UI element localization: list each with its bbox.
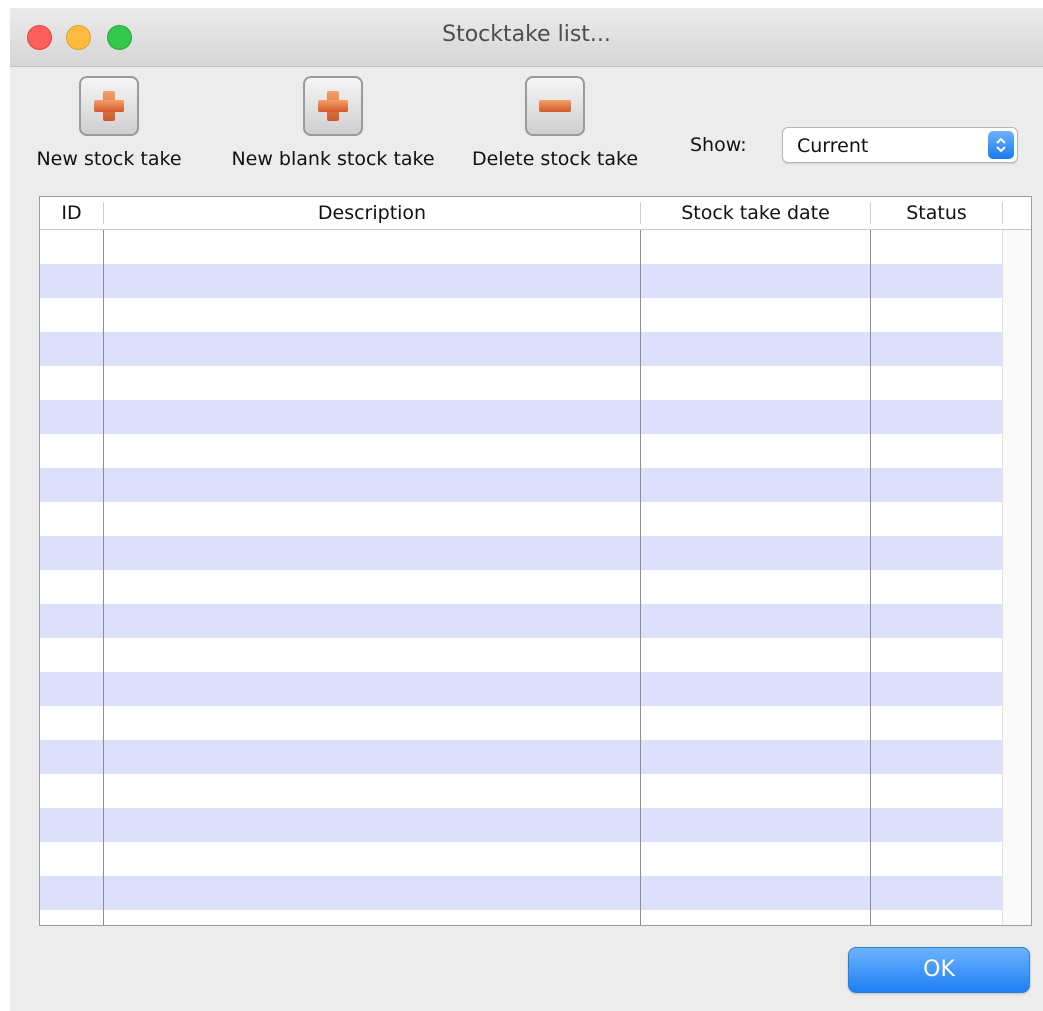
table-body [40,230,1002,925]
empty-table-row [40,264,1002,298]
empty-table-row [40,332,1002,366]
column-header-id[interactable]: ID [40,197,103,229]
empty-table-row [40,876,1002,910]
column-line [870,230,871,925]
title-bar: Stocktake list... [10,8,1043,67]
empty-table-row [40,298,1002,332]
empty-table-row [40,638,1002,672]
show-label: Show: [690,134,747,156]
new-stock-take-label: New stock take [36,148,182,170]
empty-table-row [40,910,1002,925]
column-header-description[interactable]: Description [104,197,640,229]
column-divider [1002,202,1003,224]
empty-table-row [40,706,1002,740]
column-header-stock-take-date[interactable]: Stock take date [641,197,870,229]
empty-table-row [40,842,1002,876]
new-blank-stock-take-label: New blank stock take [231,148,435,170]
stocktake-table[interactable]: ID Description Stock take date Status [39,196,1032,926]
empty-table-row [40,604,1002,638]
window-title: Stocktake list... [442,22,611,47]
scrollbar-track[interactable] [1002,230,1031,925]
ok-button[interactable]: OK [848,947,1030,993]
empty-table-row [40,468,1002,502]
empty-table-row [40,400,1002,434]
delete-stock-take-label: Delete stock take [471,148,639,170]
empty-table-row [40,366,1002,400]
empty-table-row [40,672,1002,706]
new-blank-stock-take-button[interactable]: New blank stock take [228,76,438,170]
column-line [103,230,104,925]
plus-icon [303,76,363,136]
minus-icon [525,76,585,136]
stocktake-window: Stocktake list... New stock take New bla… [10,8,1043,1011]
empty-table-row [40,570,1002,604]
empty-table-row [40,774,1002,808]
empty-table-row [40,434,1002,468]
column-line [640,230,641,925]
show-select[interactable]: Current [782,127,1018,163]
empty-table-row [40,230,1002,264]
empty-table-row [40,536,1002,570]
empty-table-row [40,808,1002,842]
select-arrows-icon [988,131,1014,159]
delete-stock-take-button[interactable]: Delete stock take [469,76,641,170]
plus-icon [79,76,139,136]
empty-table-row [40,740,1002,774]
new-stock-take-button[interactable]: New stock take [35,76,183,170]
show-select-value: Current [797,135,869,157]
table-header: ID Description Stock take date Status [40,197,1031,230]
empty-table-row [40,502,1002,536]
column-header-status[interactable]: Status [871,197,1002,229]
